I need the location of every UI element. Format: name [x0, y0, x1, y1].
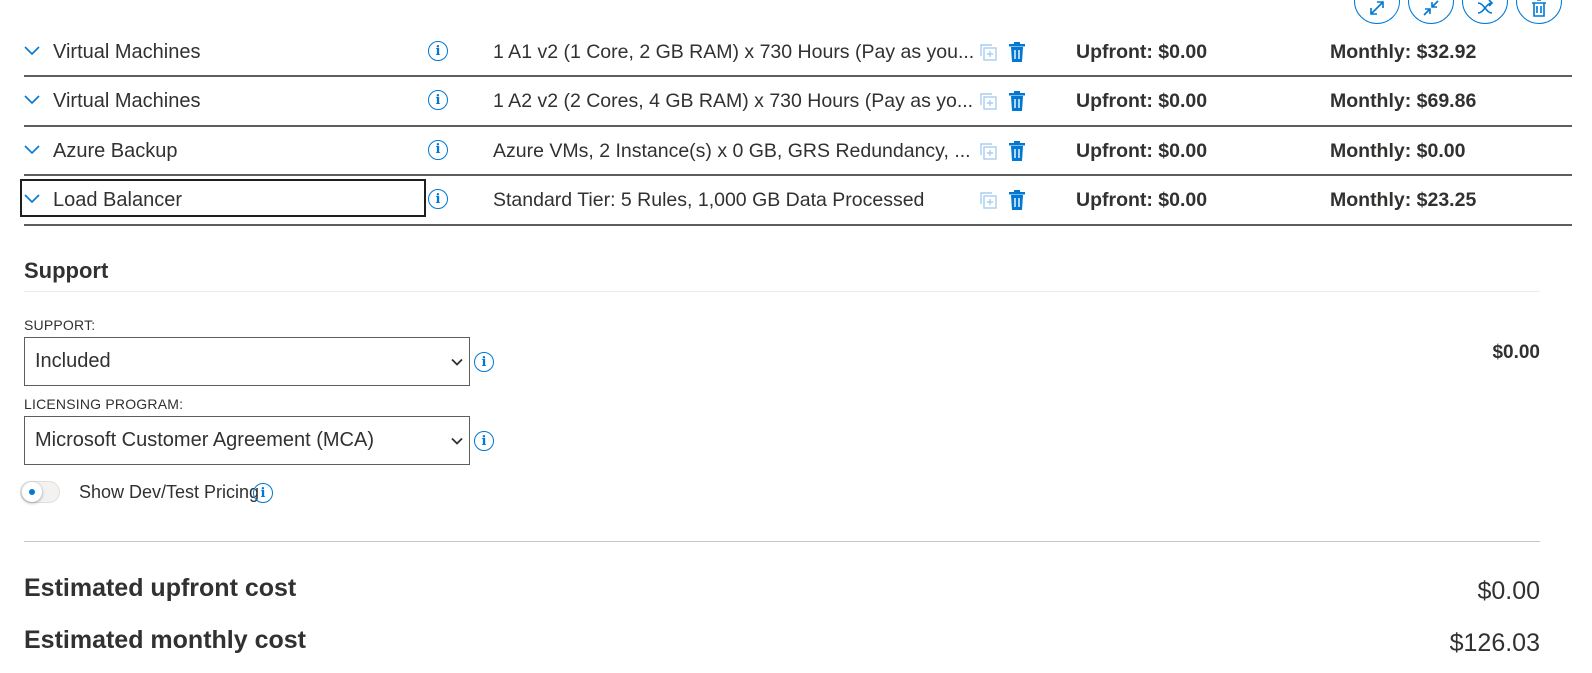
info-icon[interactable]: i [428, 41, 448, 61]
licensing-field-label: LICENSING PROGRAM: [24, 396, 184, 412]
support-select-value: Included [35, 350, 111, 372]
monthly-cost: Monthly: $0.00 [1330, 139, 1466, 162]
service-name[interactable]: Virtual Machines [53, 90, 200, 113]
support-price: $0.00 [1492, 342, 1540, 363]
collapse-all-button[interactable] [1408, 0, 1454, 24]
monthly-cost: Monthly: $69.86 [1330, 90, 1477, 112]
chevron-down-icon [451, 437, 463, 445]
estimate-row[interactable]: Virtual Machines i 1 A2 v2 (2 Cores, 4 G… [24, 77, 1572, 127]
info-icon[interactable]: i [474, 352, 494, 372]
estimated-monthly-label: Estimated monthly cost [24, 626, 306, 654]
upfront-cost: Upfront: $0.00 [1076, 90, 1208, 112]
info-icon[interactable]: i [428, 90, 448, 110]
shuffle-button[interactable] [1462, 0, 1508, 24]
support-select[interactable]: Included [24, 337, 470, 386]
dev-test-pricing-label: Show Dev/Test Pricing [79, 482, 260, 502]
chevron-down-icon[interactable] [24, 190, 40, 206]
clone-icon[interactable] [979, 43, 997, 61]
monthly-cost: Monthly: $32.92 [1330, 41, 1477, 63]
upfront-cost: Upfront: $0.00 [1076, 41, 1208, 63]
expand-all-button[interactable] [1354, 0, 1400, 24]
chevron-down-icon[interactable] [24, 91, 40, 107]
info-icon[interactable]: i [253, 483, 273, 503]
service-name[interactable]: Virtual Machines [53, 41, 200, 64]
collapse-all-icon [1423, 0, 1439, 16]
service-description: 1 A2 v2 (2 Cores, 4 GB RAM) x 730 Hours … [493, 90, 974, 112]
support-field-label: SUPPORT: [24, 317, 96, 333]
delete-icon[interactable] [1008, 91, 1026, 111]
upfront-cost: Upfront: $0.00 [1076, 189, 1208, 211]
estimate-rows: Virtual Machines i 1 A1 v2 (1 Core, 2 GB… [20, 28, 1572, 226]
support-section-title: Support [24, 258, 109, 283]
delete-all-icon [1532, 0, 1546, 17]
clone-icon[interactable] [979, 92, 997, 110]
delete-icon[interactable] [1008, 42, 1026, 62]
clone-icon[interactable] [979, 142, 997, 160]
service-description: 1 A1 v2 (1 Core, 2 GB RAM) x 730 Hours (… [493, 41, 975, 63]
service-name[interactable]: Azure Backup [53, 140, 178, 163]
licensing-program-select[interactable]: Microsoft Customer Agreement (MCA) [24, 416, 470, 465]
service-description: Azure VMs, 2 Instance(s) x 0 GB, GRS Red… [493, 139, 971, 162]
dev-test-pricing-toggle[interactable] [20, 481, 60, 503]
clone-icon[interactable] [979, 191, 997, 209]
estimate-row[interactable]: Virtual Machines i 1 A1 v2 (1 Core, 2 GB… [24, 28, 1572, 77]
chevron-down-icon [451, 358, 463, 366]
toggle-knob [22, 482, 42, 502]
monthly-cost: Monthly: $23.25 [1330, 189, 1477, 211]
upfront-cost: Upfront: $0.00 [1076, 139, 1208, 162]
estimated-upfront-value: $0.00 [1477, 577, 1540, 605]
toggle-dot [29, 489, 35, 495]
delete-icon[interactable] [1008, 140, 1026, 161]
estimated-upfront-label: Estimated upfront cost [24, 574, 297, 602]
info-icon[interactable]: i [474, 431, 494, 451]
estimate-row[interactable]: Azure Backup i Azure VMs, 2 Instance(s) … [24, 127, 1572, 176]
info-icon[interactable]: i [428, 139, 448, 160]
top-actions [1354, 0, 1562, 24]
info-icon[interactable]: i [428, 189, 448, 209]
chevron-down-icon[interactable] [24, 141, 40, 157]
delete-icon[interactable] [1008, 190, 1026, 210]
chevron-down-icon[interactable] [24, 42, 40, 58]
shuffle-icon [1477, 0, 1494, 14]
licensing-select-value: Microsoft Customer Agreement (MCA) [35, 429, 374, 451]
delete-all-button[interactable] [1516, 0, 1562, 24]
divider [24, 291, 1540, 292]
estimate-row[interactable]: Load Balancer i Standard Tier: 5 Rules, … [20, 176, 1572, 226]
service-name[interactable]: Load Balancer [53, 189, 182, 212]
expand-all-icon [1370, 1, 1384, 15]
estimated-monthly-value: $126.03 [1449, 629, 1540, 657]
service-description: Standard Tier: 5 Rules, 1,000 GB Data Pr… [493, 189, 925, 211]
divider [24, 541, 1540, 542]
